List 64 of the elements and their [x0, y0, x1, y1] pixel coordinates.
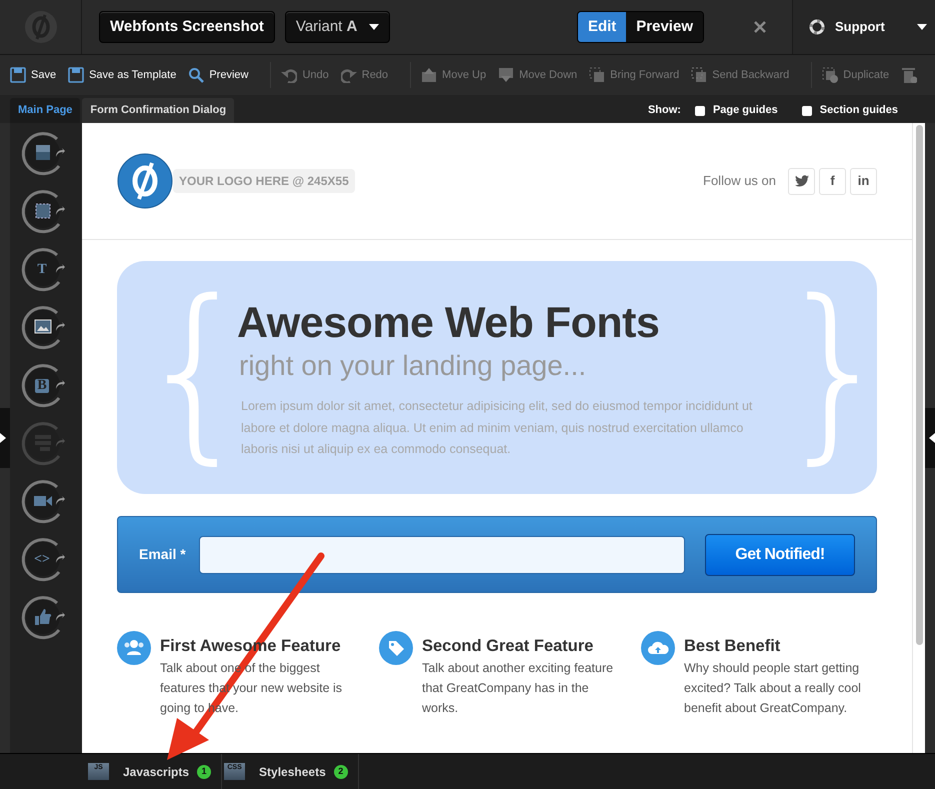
email-field[interactable]: [199, 536, 685, 574]
feature-title: Second Great Feature: [422, 636, 594, 657]
page-tab[interactable]: Form Confirmation Dialog: [82, 98, 234, 123]
brace: {: [135, 276, 235, 466]
people-icon: [117, 631, 151, 665]
lifebuoy-icon: [809, 19, 825, 35]
hero-body: Lorem ipsum dolor sit amet, consectetur adipisicing elit, sed do eiusmod tempor incididunt ut labore et dolore magna aliqua. Ut enim ad minim veniam, quis nostrud exercitation ullamco laboris nisi ut aliquip ex ea commodo consequat.: [241, 398, 754, 458]
tool-glyph: B: [35, 379, 49, 393]
show-label: Show:: [648, 103, 681, 118]
checkbox-label: Section guides: [820, 103, 898, 118]
search-icon: [188, 67, 204, 83]
arrow-up-icon: [421, 67, 438, 83]
toolbar-button[interactable]: Save: [10, 66, 56, 84]
collapse-handle[interactable]: [925, 408, 935, 468]
email-label: Email *: [139, 545, 187, 564]
feature-title: Best Benefit: [684, 636, 782, 657]
undo-icon: [281, 67, 298, 83]
tool-glyph: <>: [33, 553, 51, 567]
feature-text: Talk about another exciting feature that GreatCompany has in the works.: [422, 660, 614, 717]
collapse-handle[interactable]: [0, 408, 10, 468]
layers-icon: [589, 67, 606, 83]
hero-subtitle: right on your landing page...: [239, 350, 588, 382]
floppy-icon: [10, 67, 26, 83]
feature-text: Why should people start getting excited? Talk about a really cool benefit about GreatCompany.: [684, 660, 862, 717]
caret-icon: [916, 24, 927, 30]
mode-tab[interactable]: Preview: [626, 12, 703, 42]
variant-dropdown[interactable]: Variant A: [284, 11, 390, 43]
scrollbar-thumb[interactable]: [916, 125, 922, 645]
hero-title: Awesome Web Fonts: [237, 300, 660, 346]
tag-icon: [379, 631, 413, 665]
trash-icon: [901, 67, 918, 83]
arrow-down-icon: [498, 67, 514, 83]
toolbar-button[interactable]: Save as Template: [68, 66, 176, 84]
widget-tool[interactable]: [21, 305, 67, 351]
checkbox[interactable]: [802, 106, 812, 116]
checkbox[interactable]: [694, 106, 705, 116]
layers-icon: [691, 67, 708, 83]
logo-placeholder-text: YOUR LOGO HERE @ 245X55: [179, 173, 349, 190]
page-tab[interactable]: Main Page: [10, 98, 80, 123]
caret-icon: [929, 433, 935, 443]
widget-tool[interactable]: [21, 189, 67, 235]
support-menu[interactable]: Support: [792, 0, 935, 54]
caret-icon: [369, 24, 380, 30]
logo-icon: [117, 153, 173, 209]
toolbar-button[interactable]: Preview: [188, 66, 248, 84]
social-link[interactable]: [788, 168, 815, 194]
bird-icon: [794, 175, 808, 187]
caret-icon: [0, 433, 6, 443]
follow-label: Follow us on: [703, 172, 776, 190]
redo-icon: [340, 67, 357, 83]
count-badge: 2: [334, 764, 348, 778]
social-link[interactable]: f: [819, 168, 846, 194]
mode-tab[interactable]: Edit: [578, 12, 626, 42]
floppy-icon: [68, 67, 84, 83]
logo-icon: [24, 10, 58, 44]
page-name-button[interactable]: Webfonts Screenshot: [99, 11, 275, 43]
submit-button[interactable]: Get Notified!: [705, 534, 855, 576]
brace: }: [775, 276, 875, 466]
tool-glyph: T: [36, 263, 48, 277]
cloud-icon: [641, 631, 675, 665]
count-badge: 1: [197, 764, 212, 778]
checkbox-label: Page guides: [712, 103, 778, 118]
social-link[interactable]: in: [850, 168, 877, 194]
duplicate-icon: [822, 67, 838, 83]
